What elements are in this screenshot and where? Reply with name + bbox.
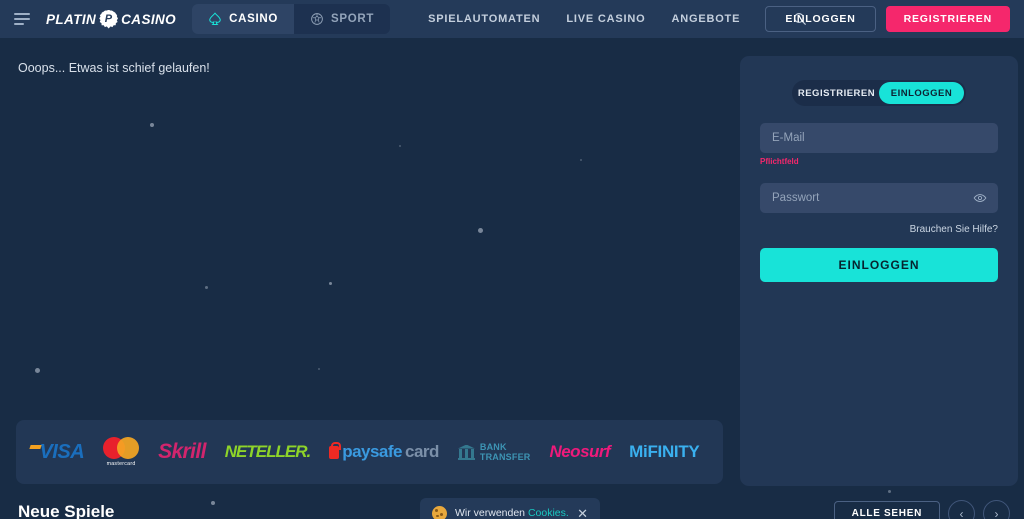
spade-icon (209, 12, 221, 26)
bank-transfer-label: BANK TRANSFER (480, 442, 531, 462)
neteller-logo: NETELLER. (224, 442, 311, 461)
close-icon[interactable]: ✕ (577, 507, 588, 519)
logo-text-right: CASINO (121, 11, 177, 27)
particle-dot (478, 228, 483, 233)
tab-sport[interactable]: SPORT (294, 4, 391, 34)
particle-dot (318, 368, 320, 370)
logo-text-left: PLATIN (46, 11, 97, 27)
tab-casino-label: CASINO (229, 13, 278, 25)
cookie-policy-link[interactable]: Cookies. (528, 507, 569, 519)
password-field-wrap (760, 183, 998, 213)
error-message: Ooops... Etwas ist schief gelaufen! (18, 61, 210, 75)
tab-sport-label: SPORT (331, 13, 375, 25)
help-link[interactable]: Brauchen Sie Hilfe? (760, 224, 998, 235)
cookie-text: Wir verwenden Cookies. (455, 507, 569, 519)
login-submit-button[interactable]: EINLOGGEN (760, 248, 998, 282)
particle-dot (329, 282, 332, 285)
nav-item-live-casino[interactable]: LIVE CASINO (566, 13, 645, 25)
top-header: PLATIN P CASINO CASINO SPORT SPIELAUTOMA… (0, 0, 1024, 38)
password-field[interactable] (760, 183, 998, 213)
soccer-ball-icon (311, 13, 323, 25)
mastercard-circles (103, 437, 140, 459)
cookie-message: Wir verwenden (455, 507, 528, 519)
bank-line-2: TRANSFER (479, 452, 531, 462)
eye-icon[interactable] (973, 191, 987, 205)
chevron-right-icon[interactable]: › (983, 500, 1010, 519)
mifinity-part-b: FINITY (647, 442, 700, 461)
chevron-left-icon[interactable]: ‹ (948, 500, 975, 519)
paysafecard-logo: paysafe card (329, 441, 439, 462)
login-panel: REGISTRIEREN EINLOGGEN Pflichtfeld Brauc… (740, 56, 1018, 486)
bank-transfer-logo: BANK TRANSFER (457, 442, 531, 462)
see-all-button[interactable]: ALLE SEHEN (833, 500, 940, 519)
section-tabs: CASINO SPORT (192, 4, 391, 34)
particle-dot (35, 368, 40, 373)
particle-dot (399, 145, 401, 147)
hamburger-icon[interactable] (14, 13, 44, 25)
email-error-text: Pflichtfeld (760, 157, 799, 166)
nav-item-spielautomaten[interactable]: SPIELAUTOMATEN (428, 13, 540, 25)
neosurf-logo: Neosurf (549, 442, 611, 461)
tab-casino[interactable]: CASINO (192, 4, 294, 34)
bank-line-1: BANK (479, 442, 507, 452)
auth-mode-switcher: REGISTRIEREN EINLOGGEN (792, 80, 966, 106)
gear-icon: P (99, 9, 119, 29)
header-actions: EINLOGGEN REGISTRIEREN (765, 0, 1010, 38)
section-controls: ALLE SEHEN ‹ › (833, 500, 1010, 519)
mifinity-logo: Mi FINITY (629, 442, 700, 462)
particle-dot (888, 490, 891, 493)
paysafecard-part-a: paysafe (342, 442, 403, 461)
particle-dot (211, 501, 215, 505)
mastercard-label: mastercard (106, 461, 136, 467)
mifinity-part-a: Mi (629, 442, 648, 461)
section-title: Neue Spiele (18, 502, 115, 519)
brand-logo[interactable]: PLATIN P CASINO (46, 9, 177, 29)
cookie-banner: Wir verwenden Cookies. ✕ (420, 498, 600, 519)
nav-item-angebote[interactable]: ANGEBOTE (671, 13, 740, 25)
mastercard-logo: mastercard (103, 437, 140, 467)
skrill-logo: Skrill (158, 440, 206, 463)
particle-dot (150, 123, 154, 127)
paysafecard-part-b: card (405, 442, 439, 461)
page-root: PLATIN P CASINO CASINO SPORT SPIELAUTOMA… (0, 0, 1024, 519)
header-login-button[interactable]: EINLOGGEN (765, 6, 876, 32)
switch-register[interactable]: REGISTRIEREN (794, 82, 879, 104)
particle-dot (580, 159, 582, 161)
email-field-wrap: Pflichtfeld (760, 123, 998, 166)
particle-dot (205, 286, 208, 289)
visa-logo: VISA (39, 440, 85, 463)
header-register-button[interactable]: REGISTRIEREN (885, 6, 1010, 32)
switch-login[interactable]: EINLOGGEN (879, 82, 964, 104)
primary-nav: SPIELAUTOMATEN LIVE CASINO ANGEBOTE (428, 11, 808, 27)
email-field[interactable] (760, 123, 998, 153)
bank-icon (457, 444, 475, 460)
cookie-icon (432, 505, 447, 519)
lock-icon (329, 441, 342, 459)
logo-mark-letter: P (104, 13, 113, 25)
payment-methods-bar: VISA mastercard Skrill NETELLER. paysafe… (16, 420, 723, 484)
